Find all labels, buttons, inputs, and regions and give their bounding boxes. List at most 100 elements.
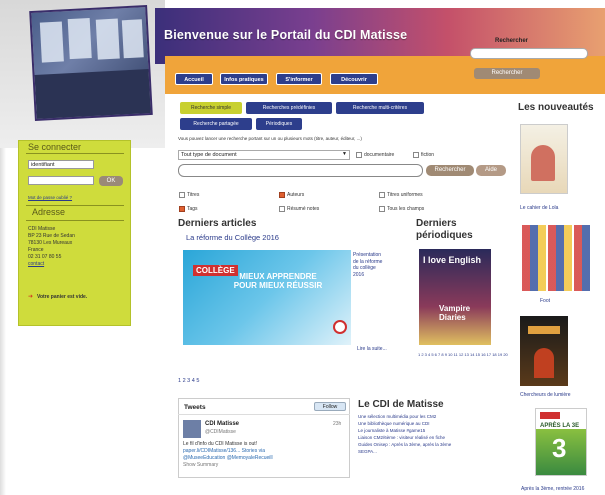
- tweet-text: Le fil d'info du CDI Matisse is out! pap…: [183, 441, 343, 469]
- tweets-title: Tweets: [184, 404, 206, 411]
- chevron-down-icon: ▼: [342, 151, 347, 157]
- book-caption[interactable]: Le cahier de Lola: [520, 205, 558, 211]
- login-ok-button[interactable]: OK: [99, 176, 123, 186]
- article-link[interactable]: La réforme du Collège 2016: [186, 233, 279, 242]
- periodical-cover[interactable]: I love English Vampire Diaries: [419, 249, 491, 345]
- periodicals-pagination[interactable]: 1 2 3 4 5 6 7 8 9 10 11 12 13 14 15 16 1…: [418, 352, 518, 357]
- address-title: Adresse: [32, 207, 66, 217]
- tab-recherche-multi-criteres[interactable]: Recherche multi-critères: [336, 102, 424, 114]
- book-caption[interactable]: Foot: [540, 298, 550, 304]
- book-cover[interactable]: [520, 223, 592, 293]
- book-cover[interactable]: [520, 316, 568, 386]
- fiction-checkbox[interactable]: [413, 152, 419, 158]
- illustration: [531, 145, 555, 181]
- tweet-author[interactable]: CDI Matisse: [205, 421, 239, 427]
- article-image[interactable]: COLLÈGE MIEUX APPRENDRE POUR MIEUX RÉUSS…: [183, 250, 351, 345]
- articles-pagination[interactable]: 1 2 3 4 5: [178, 378, 199, 384]
- show-summary[interactable]: Show Summary: [183, 462, 343, 469]
- header-search-button[interactable]: Rechercher: [474, 68, 540, 79]
- article-image-label: COLLÈGE: [193, 265, 238, 276]
- list-item[interactable]: Le journaliste à Matisse #game15: [358, 427, 488, 434]
- tweet-mentions[interactable]: @MuseeEducation @MemoyaleRecueill: [183, 455, 343, 462]
- book-caption[interactable]: Chercheurs de lumière: [520, 392, 571, 398]
- read-more-link[interactable]: Lire la suite...: [357, 346, 387, 352]
- cdi-photo: [29, 4, 153, 122]
- tab-recherche-partagee[interactable]: Recherche partagée: [180, 118, 252, 130]
- tweet-line: Le fil d'info du CDI Matisse is out!: [183, 441, 258, 447]
- tab-periodiques[interactable]: Périodiques: [256, 118, 302, 130]
- cart-status: Votre panier est vide.: [37, 294, 88, 300]
- search-label: Rechercher: [495, 38, 529, 44]
- book-cover[interactable]: [520, 124, 568, 194]
- titres-uniformes-checkbox[interactable]: [379, 192, 385, 198]
- tweet-time: 23h: [333, 421, 342, 427]
- jerseys-illustration: [522, 225, 590, 291]
- contact-link[interactable]: contact: [28, 261, 44, 267]
- criteria-label: Résumé notes: [287, 206, 320, 212]
- cover-title: I love English: [423, 255, 482, 265]
- address-line: CDI Matisse: [28, 226, 56, 232]
- forgot-password-link[interactable]: Mot de passe oublié ?: [28, 195, 72, 200]
- nav-infos-pratiques[interactable]: Infos pratiques: [220, 73, 268, 85]
- new-books-title: Les nouveautés: [518, 102, 594, 113]
- cover-number: 3: [552, 433, 567, 463]
- periodicals-title: Derniers périodiques: [416, 218, 473, 241]
- identifier-input[interactable]: identifiant: [28, 160, 94, 169]
- documentaire-label: documentaire: [364, 152, 395, 158]
- list-item[interactable]: Une sélection multimédia pour les CM2: [358, 413, 488, 420]
- password-input[interactable]: [28, 176, 94, 185]
- address-line: BP 23 Rue de Sedan: [28, 233, 75, 239]
- auteurs-checkbox[interactable]: [279, 192, 285, 198]
- main-search-button[interactable]: Rechercher: [426, 165, 474, 176]
- articles-title: Derniers articles: [178, 218, 257, 229]
- list-item[interactable]: SEGPA...: [358, 448, 488, 455]
- help-button[interactable]: Aide: [476, 165, 506, 176]
- tweet-handle[interactable]: @CDIMatisse: [205, 429, 236, 435]
- tags-checkbox[interactable]: [179, 206, 185, 212]
- cover-subtitle: Vampire Diaries: [439, 304, 471, 322]
- address-line: France: [28, 247, 44, 253]
- criteria-label: Tags: [187, 206, 198, 212]
- address-line: 02 31 07 80 55: [28, 254, 62, 260]
- criteria-label: Tous les champs: [387, 206, 425, 212]
- page-edge: [0, 148, 6, 495]
- fiction-label: fiction: [421, 152, 435, 158]
- cdi-title: Le CDI de Matisse: [358, 399, 444, 410]
- cover-title: APRÈS LA 3E: [540, 423, 580, 429]
- nav-s-informer[interactable]: S'informer: [276, 73, 322, 85]
- site-title: Bienvenue sur le Portail du CDI Matisse: [164, 28, 408, 42]
- list-item[interactable]: Guides Onisep : Après la 3ème, après la …: [358, 441, 488, 448]
- search-instructions: Vous pouvez lancer une recherche portant…: [178, 136, 362, 141]
- divider: [26, 153, 124, 154]
- titres-checkbox[interactable]: [179, 192, 185, 198]
- list-item[interactable]: Liaison CM2/6ème : visiteur réalisé en f…: [358, 434, 488, 441]
- book-caption[interactable]: Après la 3ème, rentrée 2016: [521, 486, 584, 492]
- article-summary: Présentation de la réforme du collège 20…: [353, 252, 383, 278]
- follow-button[interactable]: Follow: [314, 402, 346, 411]
- doctype-select[interactable]: Tout type de document: [178, 150, 350, 160]
- list-item[interactable]: Une bibliothèque numérique au CDI: [358, 420, 488, 427]
- criteria-label: Titres: [187, 192, 200, 198]
- resume-checkbox[interactable]: [279, 206, 285, 212]
- illustration: [528, 326, 560, 334]
- illustration: [540, 412, 560, 419]
- tab-recherches-predefinies[interactable]: Recherches prédéfinies: [246, 102, 332, 114]
- tous-champs-checkbox[interactable]: [379, 206, 385, 212]
- divider: [26, 220, 124, 221]
- tab-recherche-simple[interactable]: Recherche simple: [180, 102, 242, 114]
- criteria-label: Titres uniformes: [387, 192, 423, 198]
- avatar[interactable]: [183, 420, 201, 438]
- criteria-label: Auteurs: [287, 192, 305, 198]
- logo-icon: [333, 320, 347, 334]
- nav-accueil[interactable]: Accueil: [175, 73, 213, 85]
- documentaire-checkbox[interactable]: [356, 152, 362, 158]
- tweet-link[interactable]: paper.li/CDIMatisse/136... Stories via: [183, 448, 343, 455]
- main-search-input[interactable]: [178, 164, 423, 177]
- address-line: 78130 Les Mureaux: [28, 240, 73, 246]
- book-cover[interactable]: APRÈS LA 3E 3: [535, 408, 587, 476]
- illustration: [534, 348, 554, 378]
- divider: [26, 205, 124, 206]
- header-search-input[interactable]: [470, 48, 588, 59]
- article-image-caption: MIEUX APPRENDRE POUR MIEUX RÉUSSIR: [233, 272, 323, 290]
- nav-decouvrir[interactable]: Découvrir: [330, 73, 378, 85]
